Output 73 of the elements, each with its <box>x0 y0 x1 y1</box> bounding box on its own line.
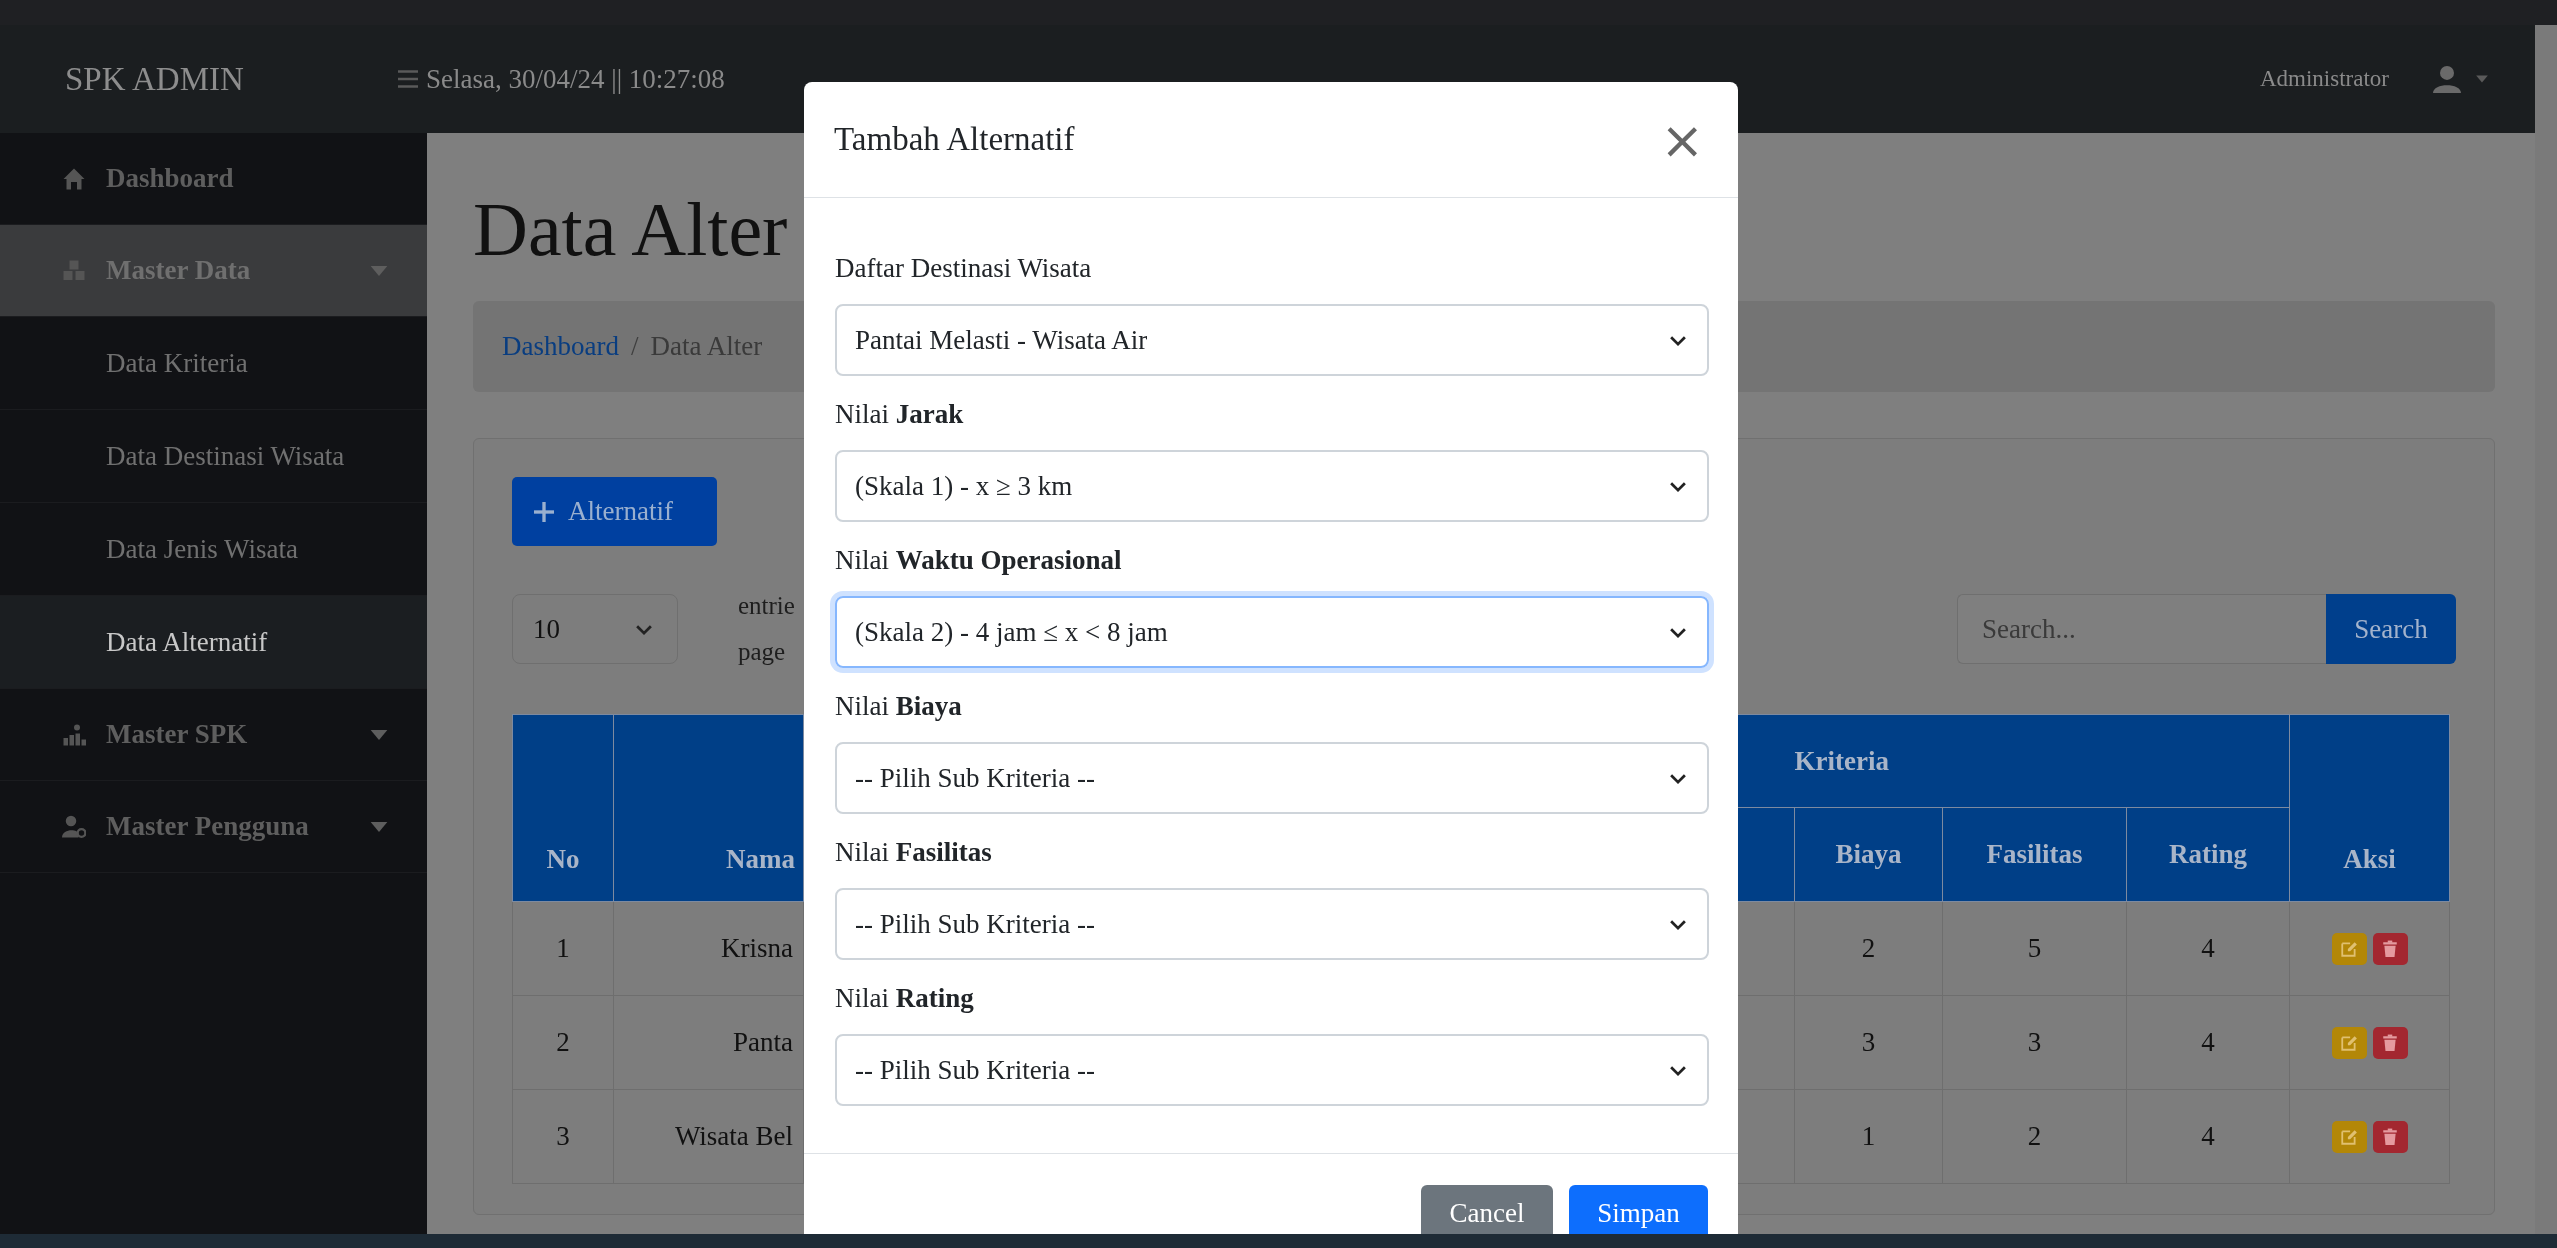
field-label: Daftar Destinasi Wisata <box>835 252 1093 285</box>
dropdown[interactable]: -- Pilih Sub Kriteria -- <box>835 742 1709 814</box>
table-cell: 1 <box>1794 1089 1943 1184</box>
table-cell: 5 <box>1942 901 2127 996</box>
column-header: Nama <box>726 844 795 874</box>
dropdown[interactable]: Pantai Melasti - Wisata Air <box>835 304 1709 376</box>
dropdown[interactable]: (Skala 1) - x ≥ 3 km <box>835 450 1709 522</box>
table-cell: 3 <box>512 1089 614 1184</box>
trash-icon <box>2381 1034 2399 1053</box>
page-title: Data Alter <box>473 186 788 273</box>
user-name: Administrator <box>2259 66 2389 92</box>
table-cell: 4 <box>2126 901 2290 996</box>
column-header: Rating <box>2126 807 2290 902</box>
chart-icon <box>62 722 86 747</box>
home-icon <box>62 166 86 191</box>
edit-button[interactable] <box>2331 1027 2367 1060</box>
cancel-button[interactable]: Cancel <box>1421 1185 1553 1234</box>
column-header: Aksi <box>2289 714 2450 902</box>
dropdown[interactable]: -- Pilih Sub Kriteria -- <box>835 888 1709 960</box>
trash-icon <box>2381 1128 2399 1147</box>
table-cell: 2 <box>1942 1089 2127 1184</box>
sidebar-item[interactable]: Master SPK <box>0 689 427 781</box>
breadcrumb-separator: / <box>630 331 639 362</box>
delete-button[interactable] <box>2372 1027 2408 1060</box>
table-cell: 1 <box>512 901 614 996</box>
save-button[interactable]: Simpan <box>1569 1185 1708 1234</box>
table-cell: 4 <box>2126 995 2290 1090</box>
edit-icon <box>2340 940 2358 959</box>
edit-button[interactable] <box>2331 933 2367 966</box>
modal-title: Tambah Alternatif <box>834 121 1075 158</box>
dropdown[interactable]: -- Pilih Sub Kriteria -- <box>835 1034 1709 1106</box>
add-button[interactable]: Alternatif <box>512 477 717 546</box>
breadcrumb-current: Data Alter <box>650 331 763 362</box>
table-cell: Krisna <box>721 933 793 963</box>
sidebar-item[interactable]: Master Pengguna <box>0 781 427 873</box>
menu-icon <box>398 70 418 88</box>
sidebar-subitem[interactable]: Data Alternatif <box>0 596 427 689</box>
search-field[interactable]: Search... <box>1957 594 2326 664</box>
field-label: Nilai Fasilitas <box>835 836 993 869</box>
search-button[interactable]: Search <box>2326 594 2456 664</box>
column-header: No <box>512 714 614 902</box>
plus-icon <box>534 501 554 522</box>
table-cell: Wisata Bel <box>674 1121 793 1151</box>
table-cell: 3 <box>1794 995 1943 1090</box>
column-header: Fasilitas <box>1942 807 2127 902</box>
table-cell: 2 <box>1794 901 1943 996</box>
column-header: Biaya <box>1794 807 1943 902</box>
field-label: Nilai Jarak <box>835 398 965 431</box>
edit-icon <box>2340 1128 2358 1147</box>
column-group-header: Kriteria <box>1794 745 1889 776</box>
field-label: Nilai Rating <box>835 982 975 1015</box>
cubes-icon <box>62 258 86 283</box>
close-button[interactable]: × <box>1652 113 1712 166</box>
table-cell: 2 <box>512 995 614 1090</box>
delete-button[interactable] <box>2372 1121 2408 1154</box>
entries-label: page <box>738 637 787 667</box>
date-time: Selasa, 30/04/24 || 10:27:08 <box>426 63 725 95</box>
brand-title: SPK ADMIN <box>65 60 244 97</box>
trash-icon <box>2381 940 2399 959</box>
edit-icon <box>2340 1034 2358 1053</box>
table-cell: 4 <box>2126 1089 2290 1184</box>
edit-button[interactable] <box>2331 1121 2367 1154</box>
sidebar-subitem[interactable]: Data Kriteria <box>0 317 427 410</box>
field-label: Nilai Biaya <box>835 690 963 723</box>
sidebar-subitem[interactable]: Data Destinasi Wisata <box>0 410 427 503</box>
table-cell: Panta <box>733 1027 793 1057</box>
delete-button[interactable] <box>2372 933 2408 966</box>
entries-dropdown[interactable]: 10 <box>512 594 678 664</box>
field-label: Nilai Waktu Operasional <box>835 544 1123 577</box>
user-gear-icon <box>62 814 86 839</box>
table-cell: 3 <box>1942 995 2127 1090</box>
user-icon <box>2433 65 2461 93</box>
entries-label: entrie <box>738 591 795 621</box>
